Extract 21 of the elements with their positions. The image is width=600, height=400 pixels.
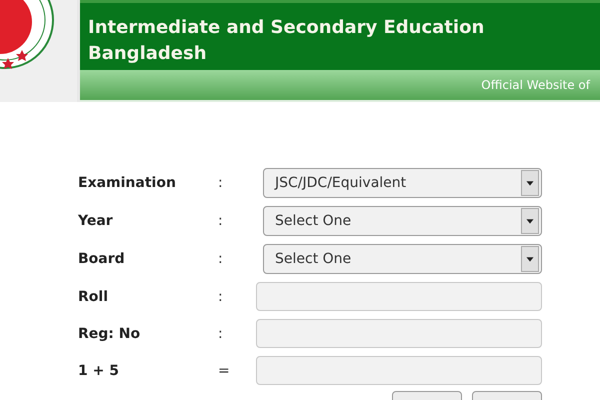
separator: : [218,251,224,267]
separator: : [218,326,224,342]
separator: : [218,213,224,229]
input-field[interactable] [256,319,542,348]
dropdown[interactable]: JSC/JDC/Equivalent [263,168,542,198]
field-label: Examination [78,175,177,191]
field-label: Year [78,213,114,229]
separator: = [218,362,231,378]
field-label: 1 + 5 [78,362,120,378]
separator: : [218,288,224,304]
field-label: Roll [78,288,109,304]
dropdown[interactable]: Select One [263,244,542,274]
field-label: Reg: No [78,326,142,342]
dropdown[interactable]: Select One [263,206,542,236]
input-field[interactable] [256,356,542,385]
separator: : [218,175,224,191]
site-title: Bangladesh [88,42,208,66]
input-field[interactable] [256,282,542,311]
field-label: Board [78,251,126,267]
site-title: Intermediate and Secondary Education [88,16,486,40]
site-subtitle: Official Website of [481,78,590,92]
